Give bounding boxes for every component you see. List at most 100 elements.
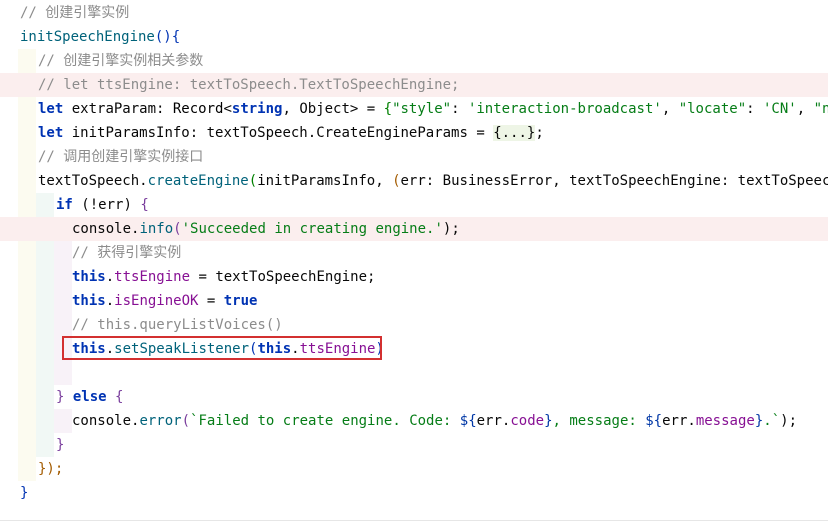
code-token: err [476, 413, 502, 429]
code-text: this.ttsEngine = textToSpeechEngine; [72, 265, 375, 289]
code-token: } [544, 413, 553, 429]
code-token: err [400, 173, 426, 189]
code-token: "n [813, 101, 828, 117]
code-token: = [190, 269, 216, 285]
code-text: let initParamsInfo: textToSpeech.CreateE… [38, 121, 544, 145]
code-line-6: let initParamsInfo: textToSpeech.CreateE… [0, 121, 828, 145]
code-token: ( [72, 197, 90, 213]
indent-guide [18, 289, 36, 313]
code-token: 'Succeeded in creating engine.' [181, 221, 443, 237]
code-token: , [661, 101, 679, 117]
indent-guide [36, 385, 54, 409]
code-line-13: this.isEngineOK = true [0, 289, 828, 313]
indent-guide [18, 145, 36, 169]
code-token: ttsEngine [114, 269, 191, 285]
code-token: let [38, 125, 64, 141]
code-token: ${ [645, 413, 663, 429]
code-token: . [105, 269, 115, 285]
code-token: console [72, 413, 132, 429]
code-token: , [375, 173, 393, 189]
indent-guide [18, 433, 36, 457]
indent-guide [18, 49, 36, 73]
code-token: initParamsInfo [257, 173, 376, 189]
indent-guide [18, 409, 36, 433]
indent-guide [18, 97, 36, 121]
code-line-21: } [0, 481, 828, 505]
code-token: err [662, 413, 688, 429]
code-token: textToSpeechEngine [215, 269, 368, 285]
code-token: , [282, 101, 300, 117]
folded-code[interactable]: {...} [493, 125, 536, 141]
code-token: initSpeechEngine [20, 29, 155, 45]
code-token: , [796, 101, 814, 117]
code-token: 'CN' [762, 101, 797, 117]
code-token: : [720, 173, 738, 189]
code-token: isEngineOK [114, 293, 199, 309]
code-token: ); [442, 221, 460, 237]
code-token: ! [89, 197, 99, 213]
comment: // 创建引擎实例 [20, 5, 130, 21]
code-line-14: // this.queryListVoices() [0, 313, 828, 337]
indent-guide [36, 265, 54, 289]
code-text: console. error(`Failed to create engine. … [72, 409, 797, 433]
code-token: textToSpeech [206, 125, 308, 141]
code-token: textToSpeec [737, 173, 828, 189]
code-token: { [115, 389, 124, 405]
code-token: true [223, 293, 258, 309]
code-line-5: let extraParam: Record<string, Object> =… [0, 97, 828, 121]
indent-guide [54, 361, 72, 385]
code-text: } else { [56, 385, 123, 409]
code-token: : [425, 173, 443, 189]
comment: // let ttsEngine: textToSpeech.TextToSpe… [38, 77, 460, 93]
comment: // 创建引擎实例相关参数 [38, 53, 204, 69]
code-token: Record [172, 101, 224, 117]
indent-guide [36, 361, 54, 385]
code-token: BusinessError [442, 173, 553, 189]
code-line-12: this.ttsEngine = textToSpeechEngine; [0, 265, 828, 289]
code-line-4: // let ttsEngine: textToSpeech.TextToSpe… [0, 73, 828, 97]
code-token: textToSpeechEngine [569, 173, 721, 189]
indent-guide [18, 193, 36, 217]
code-token: if [56, 197, 73, 213]
indent-guide [36, 289, 54, 313]
code-text: initSpeechEngine(){ [20, 25, 180, 49]
code-line-10: console.info('Succeeded in creating engi… [0, 217, 828, 241]
code-token: `Failed to create engine. Code: [190, 413, 460, 429]
indent-guide [18, 169, 36, 193]
code-token: < [223, 101, 232, 117]
indent-guide [36, 241, 54, 265]
code-line-1: // 创建引擎实例 [0, 1, 828, 25]
code-token: (){ [154, 29, 181, 45]
code-token: else [64, 389, 116, 405]
code-token: textToSpeech [38, 173, 140, 189]
code-text: console.info('Succeeded in creating engi… [72, 217, 460, 241]
code-token: console [72, 221, 132, 237]
code-token: code [510, 413, 545, 429]
comment: // 获得引擎实例 [72, 245, 182, 261]
code-line-9: if (!err) { [0, 193, 828, 217]
code-token: : [189, 125, 207, 141]
code-line-17: } else { [0, 385, 828, 409]
code-token: = [358, 101, 384, 117]
code-editor[interactable]: // 创建引擎实例 initSpeechEngine(){ // 创建引擎实例相… [0, 0, 828, 524]
code-token: . [687, 413, 696, 429]
code-token: 'interaction-broadcast' [467, 101, 662, 117]
code-token: string [231, 101, 283, 117]
code-token: ); [780, 413, 797, 429]
code-token: extraParam [63, 101, 157, 117]
code-token: ( [392, 173, 401, 189]
divider [0, 520, 828, 521]
code-token: info [139, 221, 174, 237]
code-line-16 [0, 361, 828, 385]
code-text: if (!err) { [56, 193, 149, 217]
code-token: "style" [392, 101, 452, 117]
code-token: , [552, 173, 570, 189]
code-line-20: }); [0, 457, 828, 481]
code-token: CreateEngineParams [316, 125, 468, 141]
code-token: err [98, 197, 124, 213]
code-line-2: initSpeechEngine(){ [0, 25, 828, 49]
indent-guide [36, 337, 54, 361]
code-token: ( [173, 221, 182, 237]
code-text: }); [38, 461, 64, 477]
code-token: , message: [552, 413, 646, 429]
